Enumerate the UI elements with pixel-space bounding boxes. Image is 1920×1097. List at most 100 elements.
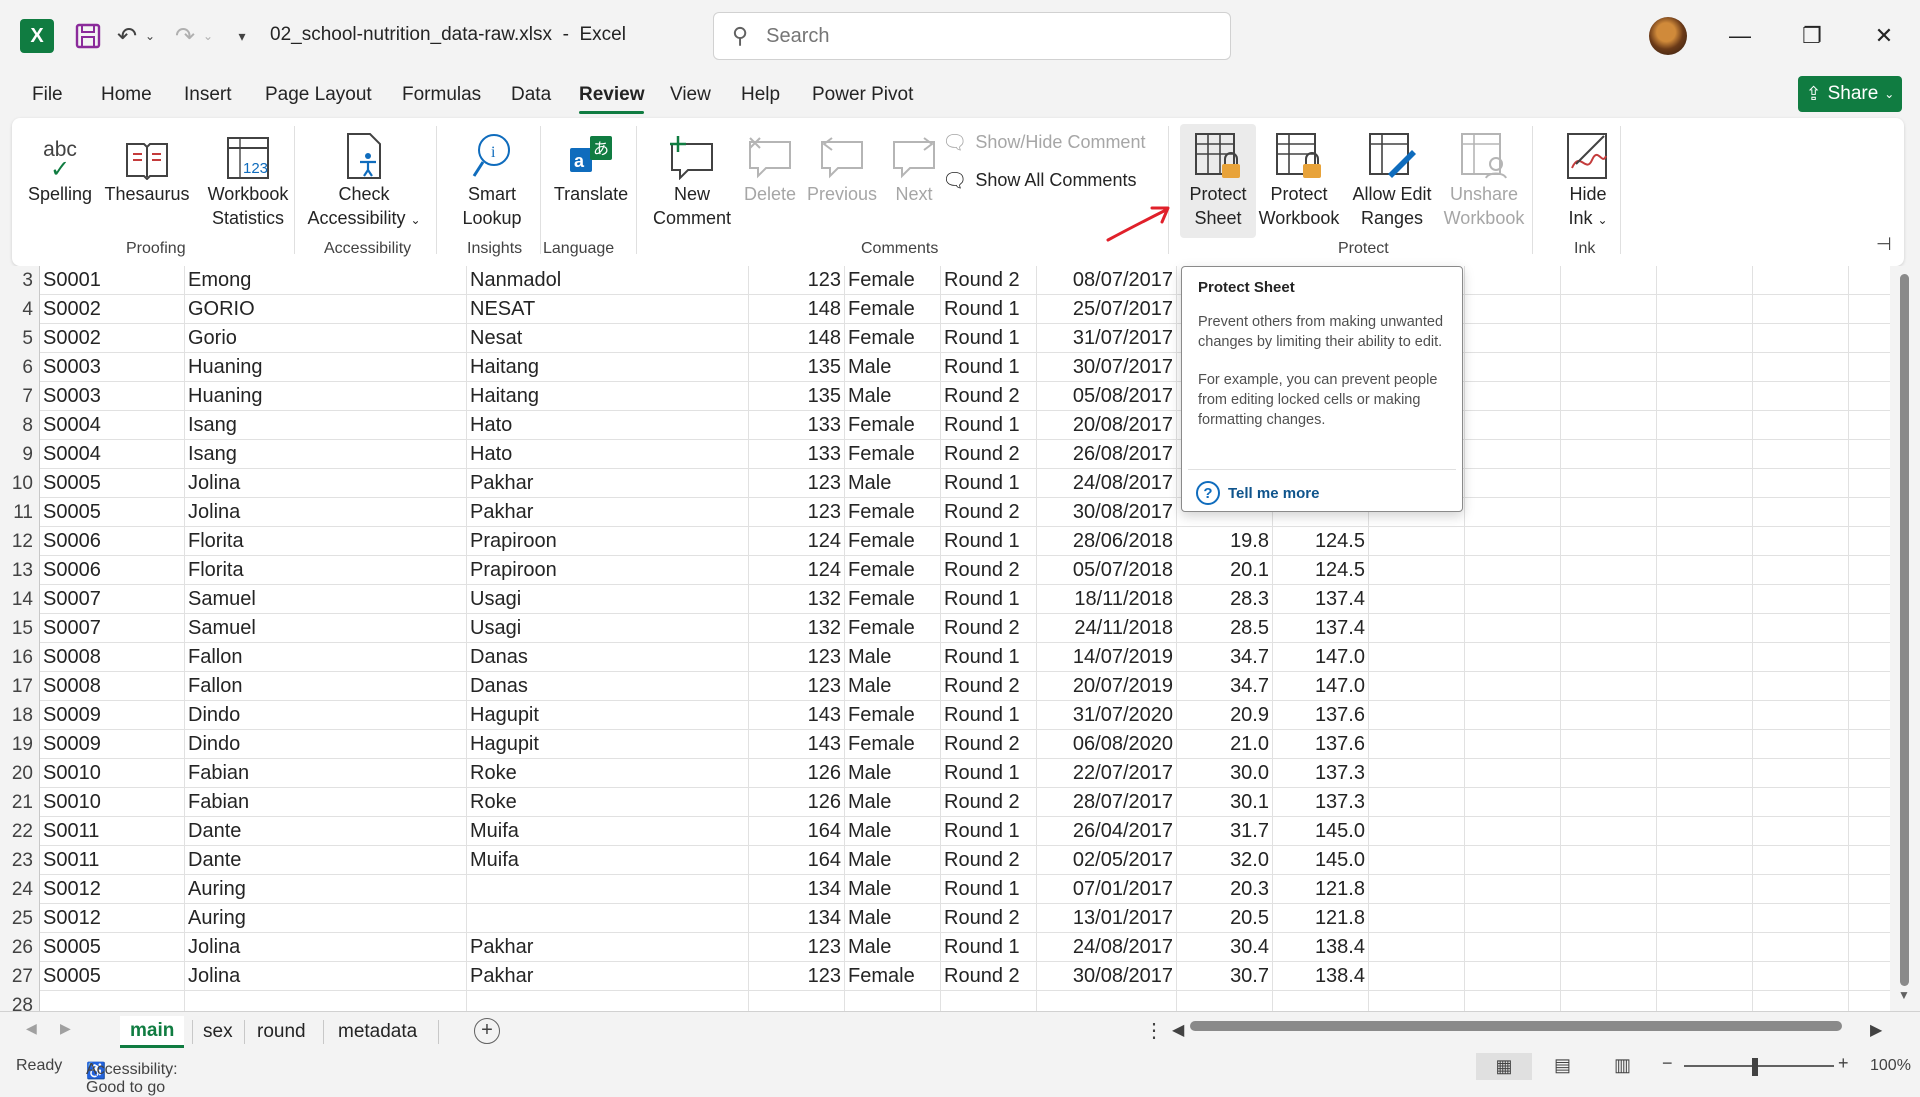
cell-value-2[interactable]: 137.3 (1273, 788, 1369, 817)
cell-empty[interactable] (1369, 962, 1465, 991)
cell-name[interactable]: Dante (185, 817, 467, 846)
cell-typhoon[interactable]: Haitang (467, 353, 749, 382)
cell-date[interactable]: 24/08/2017 (1037, 933, 1177, 962)
cell-name[interactable]: Huaning (185, 382, 467, 411)
cell-empty[interactable] (1369, 730, 1465, 759)
cell-empty[interactable] (1657, 382, 1753, 411)
cell-name[interactable]: Isang (185, 440, 467, 469)
cell-empty[interactable] (1753, 672, 1849, 701)
cell-empty[interactable] (1753, 933, 1849, 962)
cell-sex[interactable]: Female (845, 324, 941, 353)
cell-number[interactable]: 126 (749, 759, 845, 788)
cell-empty[interactable] (1657, 817, 1753, 846)
cell-typhoon[interactable]: Prapiroon (467, 527, 749, 556)
cell-empty[interactable] (1753, 411, 1849, 440)
minimize-button[interactable]: — (1712, 14, 1768, 58)
cell-id[interactable]: S0005 (40, 962, 185, 991)
new-comment-button[interactable]: New Comment (644, 124, 740, 230)
cell-date[interactable]: 22/07/2017 (1037, 759, 1177, 788)
cell-empty[interactable] (1465, 846, 1561, 875)
cell-sex[interactable]: Male (845, 469, 941, 498)
cell-value-2[interactable]: 145.0 (1273, 846, 1369, 875)
cell-number[interactable]: 123 (749, 933, 845, 962)
cell-empty[interactable] (1369, 585, 1465, 614)
cell-sex[interactable]: Male (845, 353, 941, 382)
cell-name[interactable]: Florita (185, 556, 467, 585)
cell-typhoon[interactable] (467, 991, 749, 1011)
tab-file[interactable]: File (32, 84, 63, 106)
cell-id[interactable]: S0004 (40, 411, 185, 440)
cell-id[interactable]: S0006 (40, 556, 185, 585)
cell-number[interactable]: 126 (749, 788, 845, 817)
cell-number[interactable]: 135 (749, 382, 845, 411)
undo-dropdown-icon[interactable]: ⌄ (142, 18, 158, 54)
cell-number[interactable]: 148 (749, 324, 845, 353)
cell-round[interactable]: Round 2 (941, 788, 1037, 817)
cell-empty[interactable] (1753, 498, 1849, 527)
check-accessibility-button[interactable]: Check Accessibility ⌄ (304, 124, 424, 232)
cell-number[interactable]: 123 (749, 643, 845, 672)
cell-value-1[interactable]: 30.4 (1177, 933, 1273, 962)
cell-number[interactable]: 143 (749, 701, 845, 730)
cell-empty[interactable] (1657, 353, 1753, 382)
search-input[interactable] (766, 24, 1167, 48)
cell-empty[interactable] (1657, 962, 1753, 991)
tab-insert[interactable]: Insert (184, 84, 232, 106)
cell-typhoon[interactable]: Usagi (467, 585, 749, 614)
cell-round[interactable]: Round 1 (941, 324, 1037, 353)
cell-empty[interactable] (1657, 527, 1753, 556)
cell-empty[interactable] (1657, 585, 1753, 614)
cell-sex[interactable]: Female (845, 498, 941, 527)
cell-empty[interactable] (1465, 817, 1561, 846)
cell-empty[interactable] (1561, 266, 1657, 295)
cell-empty[interactable] (1753, 991, 1849, 1011)
cell-round[interactable]: Round 2 (941, 382, 1037, 411)
cell-empty[interactable] (1465, 556, 1561, 585)
cell-empty[interactable] (1657, 759, 1753, 788)
cell-empty[interactable] (1657, 788, 1753, 817)
cell-date[interactable]: 20/07/2019 (1037, 672, 1177, 701)
cell-name[interactable]: Samuel (185, 614, 467, 643)
cell-empty[interactable] (1561, 585, 1657, 614)
cell-empty[interactable] (1369, 817, 1465, 846)
cell-name[interactable]: Jolina (185, 962, 467, 991)
page-layout-view-icon[interactable]: ▤ (1554, 1055, 1571, 1076)
cell-date[interactable]: 14/07/2019 (1037, 643, 1177, 672)
cell-sex[interactable]: Female (845, 411, 941, 440)
cell-sex[interactable]: Male (845, 672, 941, 701)
cell-empty[interactable] (1561, 353, 1657, 382)
vertical-scrollbar[interactable]: ▼ (1890, 266, 1920, 1011)
cell-date[interactable]: 28/07/2017 (1037, 788, 1177, 817)
cell-number[interactable]: 123 (749, 962, 845, 991)
sheet-tab-sex[interactable]: sex (193, 1016, 243, 1048)
cell-empty[interactable] (1561, 962, 1657, 991)
cell-value-1[interactable]: 19.8 (1177, 527, 1273, 556)
cell-empty[interactable] (1465, 382, 1561, 411)
cell-empty[interactable] (1753, 556, 1849, 585)
cell-date[interactable]: 05/08/2017 (1037, 382, 1177, 411)
cell-round[interactable]: Round 1 (941, 527, 1037, 556)
cell-typhoon[interactable]: Muifa (467, 846, 749, 875)
tab-view[interactable]: View (670, 84, 711, 106)
cell-empty[interactable] (1657, 643, 1753, 672)
cell-empty[interactable] (1465, 353, 1561, 382)
cell-id[interactable]: S0006 (40, 527, 185, 556)
cell-number[interactable]: 132 (749, 614, 845, 643)
cell-sex[interactable]: Female (845, 730, 941, 759)
cell-value-2[interactable]: 137.4 (1273, 585, 1369, 614)
cell-typhoon[interactable] (467, 875, 749, 904)
cell-typhoon[interactable]: Hato (467, 411, 749, 440)
cell-sex[interactable]: Male (845, 759, 941, 788)
cell-round[interactable]: Round 1 (941, 875, 1037, 904)
cell-sex[interactable]: Male (845, 382, 941, 411)
cell-value-1[interactable]: 20.3 (1177, 875, 1273, 904)
cell-name[interactable]: Dindo (185, 730, 467, 759)
cell-name[interactable]: Dante (185, 846, 467, 875)
cell-number[interactable] (749, 991, 845, 1011)
cell-number[interactable]: 123 (749, 266, 845, 295)
cell-sex[interactable]: Male (845, 788, 941, 817)
tab-home[interactable]: Home (101, 84, 152, 106)
zoom-in-icon[interactable]: + (1838, 1053, 1849, 1074)
cell-typhoon[interactable] (467, 904, 749, 933)
cell-empty[interactable] (1369, 527, 1465, 556)
